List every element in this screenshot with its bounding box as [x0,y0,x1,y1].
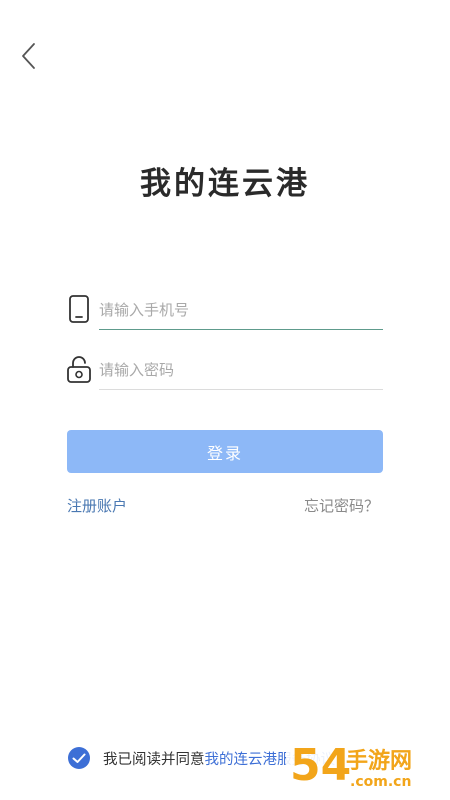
phone-underline [99,328,383,330]
phone-input[interactable] [99,292,383,328]
login-button[interactable]: 登录 [67,430,383,473]
back-button[interactable] [14,38,46,74]
password-field [66,352,383,390]
agreement-checkbox[interactable] [67,746,91,770]
checkmark-icon [68,747,90,769]
phone-field [66,292,383,330]
agreement-text: 我已阅读并同意 [103,751,205,768]
site-watermark-logo: 54 手游网 .com.cn [284,736,444,792]
password-input[interactable] [99,352,383,388]
chevron-left-icon [22,43,35,69]
app-title: 我的连云港 [140,166,310,202]
svg-text:.com.cn: .com.cn [350,774,411,790]
register-link[interactable]: 注册账户 [67,495,127,516]
phone-icon [66,294,92,324]
password-underline [99,389,383,390]
forgot-password-link[interactable]: 忘记密码？ [304,495,379,516]
svg-text:54: 54 [290,740,351,791]
svg-text:手游网: 手游网 [346,748,412,774]
lock-icon [66,354,92,384]
